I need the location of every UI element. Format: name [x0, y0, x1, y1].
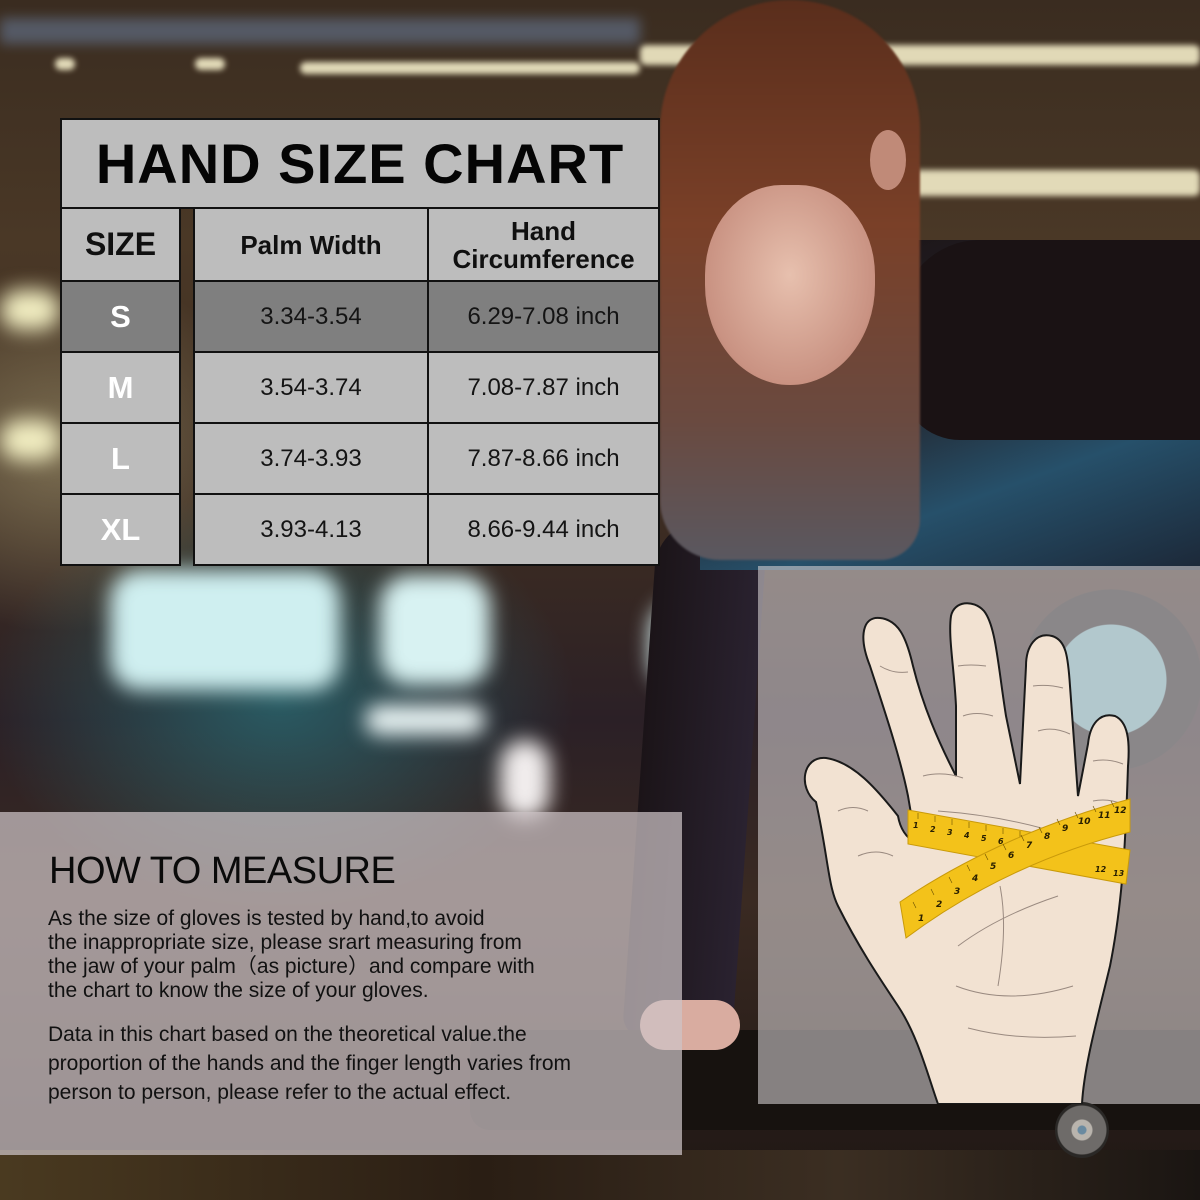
- background-light: [0, 420, 60, 460]
- background-light: [500, 740, 550, 820]
- tape-label: 2: [930, 825, 936, 834]
- palm-width-cell: 3.93-4.13: [193, 493, 429, 566]
- disclaimer-line: person to person, please refer to the ac…: [48, 1081, 512, 1104]
- tape-label: 8: [1044, 832, 1050, 842]
- instruction-line: the chart to know the size of your glove…: [48, 979, 429, 1002]
- tape-label: 1: [918, 914, 924, 924]
- palm-width-cell: 3.74-3.93: [193, 422, 429, 495]
- size-cell: L: [60, 422, 181, 495]
- header-hand-circumference: Hand Circumference: [427, 207, 660, 282]
- ceiling-light: [195, 58, 225, 70]
- size-cell: M: [60, 351, 181, 424]
- circumference-cell: 6.29-7.08 inch: [427, 280, 660, 353]
- tape-label: 10: [1078, 817, 1091, 827]
- header-size: SIZE: [60, 207, 181, 282]
- disclaimer-line: Data in this chart based on the theoreti…: [48, 1023, 527, 1046]
- tape-label: 4: [971, 874, 978, 884]
- size-cell: S: [60, 280, 181, 353]
- instruction-line: the inappropriate size, please srart mea…: [48, 931, 522, 954]
- tape-label: 4: [963, 831, 970, 840]
- header-circumference-line1: Hand: [511, 215, 576, 246]
- tape-label: 3: [947, 828, 953, 837]
- tape-label: 5: [990, 862, 996, 872]
- ceiling-light: [55, 58, 75, 70]
- measure-disclaimer: Data in this chart based on the theoreti…: [48, 1020, 678, 1107]
- header-circumference-line2: Circumference: [452, 243, 635, 274]
- how-to-measure-panel: HOW TO MEASURE As the size of gloves is …: [0, 812, 682, 1155]
- background-light: [365, 705, 485, 735]
- tape-label: 12: [1114, 806, 1127, 816]
- tape-label: 6: [1008, 851, 1014, 861]
- tape-label: 12: [1095, 865, 1107, 874]
- tape-label: 3: [954, 887, 960, 897]
- background-bar: [0, 18, 640, 44]
- bench-knob: [1055, 1102, 1109, 1158]
- tape-label: 7: [1026, 841, 1033, 851]
- woman-ear: [870, 130, 906, 190]
- palm-width-cell: 3.54-3.74: [193, 351, 429, 424]
- circumference-cell: 7.87-8.66 inch: [427, 422, 660, 495]
- instruction-line: As the size of gloves is tested by hand,…: [48, 907, 485, 930]
- tape-label: 1: [913, 821, 919, 830]
- size-cell: XL: [60, 493, 181, 566]
- palm-width-cell: 3.34-3.54: [193, 280, 429, 353]
- background-light: [380, 575, 490, 685]
- circumference-cell: 8.66-9.44 inch: [427, 493, 660, 566]
- woman-sleeve: [900, 240, 1200, 440]
- chart-title: HAND SIZE CHART: [60, 118, 660, 209]
- circumference-cell: 7.08-7.87 inch: [427, 351, 660, 424]
- background-light: [110, 570, 340, 690]
- tape-label: 9: [1062, 824, 1068, 834]
- measure-instructions: As the size of gloves is tested by hand,…: [48, 907, 668, 1003]
- background-light: [0, 290, 60, 330]
- woman-face: [705, 185, 875, 385]
- tape-label: 11: [1098, 811, 1111, 821]
- tape-label: 13: [1113, 869, 1125, 878]
- floor: [0, 1150, 1200, 1200]
- ceiling-light: [900, 170, 1200, 196]
- how-to-measure-title: HOW TO MEASURE: [49, 850, 396, 892]
- tape-label: 5: [981, 834, 987, 843]
- disclaimer-line: proportion of the hands and the finger l…: [48, 1052, 571, 1075]
- tape-label: 2: [936, 900, 942, 910]
- ceiling-light: [300, 62, 640, 74]
- hand-illustration: 1 2 3 4 5 6 7 8 12 13 1 2 3 4 5 6 7: [803, 602, 1131, 1104]
- instruction-line: the jaw of your palm（as picture）and comp…: [48, 955, 535, 978]
- header-palm-width: Palm Width: [193, 207, 429, 282]
